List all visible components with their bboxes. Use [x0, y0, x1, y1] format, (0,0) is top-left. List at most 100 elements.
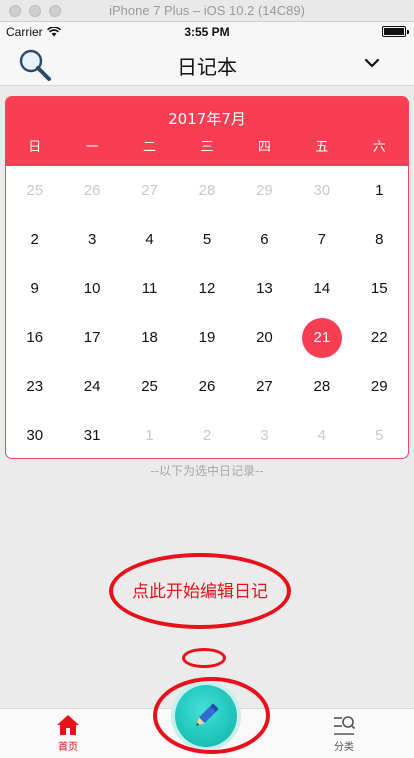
calendar-day-number: 21	[301, 317, 342, 358]
calendar-day[interactable]: 15	[351, 264, 408, 313]
weekday-label: 五	[315, 140, 329, 155]
calendar-day[interactable]: 3	[236, 411, 293, 458]
calendar-day-number: 27	[141, 182, 158, 199]
calendar-day-number: 29	[256, 182, 273, 199]
calendar-day-number: 20	[256, 329, 273, 346]
calendar-day[interactable]: 20	[236, 313, 293, 362]
weekday-label: 一	[85, 140, 99, 155]
calendar-day[interactable]: 7	[293, 215, 350, 264]
calendar-day[interactable]: 6	[236, 215, 293, 264]
calendar-day[interactable]: 5	[178, 215, 235, 264]
calendar-day[interactable]: 4	[293, 411, 350, 458]
status-bar: Carrier 3:55 PM	[0, 22, 414, 42]
weekday-label: 三	[200, 140, 214, 155]
weekday-label: 四	[257, 140, 271, 155]
calendar-day-number: 3	[87, 231, 97, 248]
category-icon	[334, 716, 356, 735]
home-icon	[57, 715, 79, 735]
tab-category[interactable]: 分类	[314, 714, 374, 753]
calendar-day[interactable]: 16	[6, 313, 63, 362]
calendar-day[interactable]: 14	[293, 264, 350, 313]
calendar-day[interactable]: 17	[63, 313, 120, 362]
status-time: 3:55 PM	[184, 25, 230, 39]
calendar-day[interactable]: 25	[121, 362, 178, 411]
calendar-day-number: 11	[141, 280, 158, 297]
annotation-small-oval	[182, 648, 226, 668]
calendar-day[interactable]: 13	[236, 264, 293, 313]
calendar-day-number: 24	[83, 378, 101, 395]
calendar-day-number: 9	[30, 280, 39, 297]
weekday-label: 二	[143, 140, 157, 155]
calendar-day[interactable]: 1	[121, 411, 178, 458]
calendar-day[interactable]: 29	[236, 166, 293, 215]
calendar-day-number: 2	[202, 427, 212, 444]
calendar-day-number: 14	[313, 280, 331, 297]
calendar-day-number: 30	[313, 182, 331, 199]
calendar-day-number: 19	[198, 329, 216, 346]
calendar-day-number: 31	[83, 427, 101, 444]
calendar-day[interactable]: 18	[121, 313, 178, 362]
calendar-day[interactable]: 4	[121, 215, 178, 264]
tab-home-label: 首页	[58, 742, 78, 753]
calendar-day[interactable]: 31	[63, 411, 120, 458]
calendar-day[interactable]: 3	[63, 215, 120, 264]
calendar-day[interactable]: 29	[351, 362, 408, 411]
annotation-text: 点此开始编辑日记	[132, 582, 268, 602]
calendar-day[interactable]: 1	[351, 166, 408, 215]
calendar-day[interactable]: 25	[6, 166, 63, 215]
calendar-day[interactable]: 2	[178, 411, 235, 458]
calendar-day[interactable]: 27	[121, 166, 178, 215]
chevron-down-icon[interactable]	[364, 57, 380, 69]
calendar-day-number: 30	[26, 427, 44, 444]
calendar-day[interactable]: 19	[178, 313, 235, 362]
tab-home[interactable]: 首页	[38, 714, 98, 753]
annotation-button-oval	[153, 677, 270, 754]
calendar-day-number: 1	[145, 427, 154, 444]
calendar-day[interactable]: 26	[63, 166, 120, 215]
calendar-day[interactable]: 10	[63, 264, 120, 313]
calendar-day[interactable]: 11	[121, 264, 178, 313]
calendar-day[interactable]: 30	[6, 411, 63, 458]
weekday-label: 六	[372, 140, 386, 155]
calendar-day[interactable]: 26	[178, 362, 235, 411]
page-title: 日记本	[177, 55, 237, 79]
calendar-day-number: 26	[83, 182, 101, 199]
simulator-title: iPhone 7 Plus – iOS 10.2 (14C89)	[109, 3, 305, 18]
calendar-day-number: 25	[141, 378, 158, 395]
calendar-day-number: 15	[370, 280, 388, 297]
calendar-day-number: 5	[202, 231, 212, 248]
calendar-day[interactable]: 28	[293, 362, 350, 411]
calendar-day-number: 17	[83, 329, 101, 346]
navigation-bar: 日记本	[0, 42, 414, 86]
calendar-day-number: 28	[313, 378, 331, 395]
calendar-day[interactable]: 8	[351, 215, 408, 264]
calendar-day[interactable]: 12	[178, 264, 235, 313]
simulator-title-bar: iPhone 7 Plus – iOS 10.2 (14C89)	[0, 0, 414, 22]
calendar-day[interactable]: 5	[351, 411, 408, 458]
calendar-day-number: 1	[375, 182, 384, 199]
tab-category-label: 分类	[334, 742, 354, 753]
calendar-day[interactable]: 22	[351, 313, 408, 362]
calendar-day[interactable]: 28	[178, 166, 235, 215]
calendar-day-selected[interactable]: 21	[293, 313, 350, 362]
calendar-day-number: 28	[198, 182, 216, 199]
calendar-day[interactable]: 30	[293, 166, 350, 215]
calendar-day-number: 10	[83, 280, 101, 297]
calendar-day-number: 16	[26, 329, 44, 346]
calendar-day-number: 12	[198, 280, 216, 297]
calendar-day-number: 29	[370, 378, 388, 395]
calendar-day-number: 4	[145, 231, 154, 248]
selected-day-records-hint: --以下为选中日记录--	[150, 464, 264, 478]
battery-icon	[382, 26, 409, 37]
calendar-day[interactable]: 27	[236, 362, 293, 411]
calendar-day[interactable]: 9	[6, 264, 63, 313]
calendar-day[interactable]: 2	[6, 215, 63, 264]
calendar-day-number: 8	[375, 231, 384, 248]
calendar-day-number: 3	[260, 427, 269, 444]
calendar-day[interactable]: 24	[63, 362, 120, 411]
calendar-header: 2017年7月 日 一 二 三 四 五 六	[6, 97, 408, 166]
weekday-row: 日 一 二 三 四 五 六	[6, 137, 408, 166]
calendar-day-number: 6	[260, 231, 269, 248]
calendar-day-number: 7	[317, 231, 327, 248]
calendar-day[interactable]: 23	[6, 362, 63, 411]
